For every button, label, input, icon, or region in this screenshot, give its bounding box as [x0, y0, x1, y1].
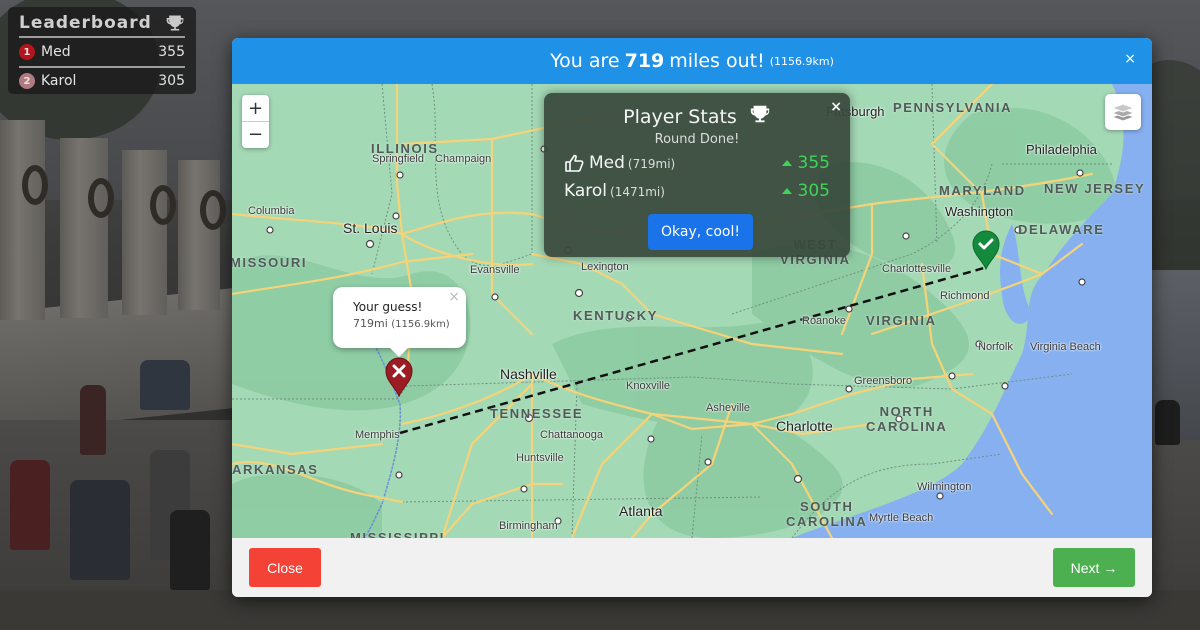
player-stats-name: Karol (1471mi)	[564, 181, 665, 201]
map-label: Philadelphia	[1026, 142, 1097, 157]
leaderboard-panel: Leaderboard 1 Med 355 2 Karol 305	[8, 7, 196, 94]
arrow-right-icon: →	[1103, 559, 1118, 576]
leaderboard-title: Leaderboard	[19, 13, 152, 33]
player-score: 305	[158, 73, 185, 89]
x-marker-icon[interactable]	[385, 357, 413, 397]
close-button[interactable]: Close	[249, 548, 321, 587]
thumbs-up-icon	[565, 154, 584, 172]
next-button[interactable]: Next →	[1053, 548, 1135, 587]
map-label: Evansville	[470, 264, 520, 276]
layers-icon	[1110, 103, 1136, 122]
map-layers-button[interactable]	[1105, 94, 1141, 130]
result-prefix: You are	[550, 50, 620, 72]
modal-close-icon[interactable]: ×	[1124, 51, 1136, 67]
map-label: SOUTH CAROLINA	[786, 499, 868, 529]
map-label: Washington	[945, 204, 1014, 219]
zoom-in-button[interactable]: +	[242, 95, 269, 121]
map-label: Lexington	[581, 261, 629, 273]
map-label: Myrtle Beach	[869, 512, 934, 524]
map-label: Roanoke	[802, 315, 847, 327]
player-stats-points: 305	[781, 181, 830, 201]
check-marker-icon[interactable]	[972, 230, 1000, 270]
map-label: PENNSYLVANIA	[893, 100, 1013, 115]
map-label: NORTH CAROLINA	[866, 404, 948, 434]
player-stats-row: Karol (1471mi) 305	[564, 179, 830, 203]
result-modal: You are 719 miles out! (1156.9km) × ILLI…	[232, 38, 1152, 597]
map-label: VIRGINIA	[866, 313, 937, 328]
map-label: Springfield	[372, 153, 424, 165]
guess-popup-distance: 719mi (1156.9km)	[353, 317, 450, 330]
player-stats-title: Player Stats	[544, 103, 850, 128]
map-label: Champaign	[435, 153, 492, 165]
map-label: ARKANSAS	[232, 462, 319, 477]
map-label: MISSOURI	[232, 255, 308, 270]
map-label: Huntsville	[516, 452, 564, 464]
map-label: Charlottesville	[882, 263, 952, 275]
map-label: Charlotte	[776, 418, 833, 434]
map-label: Birmingham	[499, 520, 558, 532]
map-zoom-control: + −	[242, 95, 269, 148]
modal-header: You are 719 miles out! (1156.9km) ×	[232, 38, 1152, 84]
trophy-icon	[166, 15, 184, 31]
player-stats-subtitle: Round Done!	[654, 132, 740, 147]
map-label: St. Louis	[343, 220, 398, 236]
rank-badge: 2	[19, 73, 35, 89]
map-label: Wilmington	[917, 481, 972, 493]
result-km: (1156.9km)	[769, 54, 834, 68]
result-distance: 719	[624, 50, 665, 72]
up-arrow-icon	[781, 188, 792, 194]
result-suffix: miles out!	[669, 50, 765, 72]
map-label: Knoxville	[626, 380, 671, 392]
trophy-icon	[750, 105, 770, 123]
map-label: MISSISSIPPI	[350, 530, 445, 538]
map-label: DELAWARE	[1018, 222, 1105, 237]
modal-footer: Close Next →	[232, 538, 1152, 597]
map-label: Virginia Beach	[1030, 341, 1101, 353]
map-label: KENTUCKY	[573, 308, 659, 323]
map-label: Atlanta	[619, 503, 663, 519]
map-label: NEW JERSEY	[1044, 181, 1146, 196]
zoom-out-button[interactable]: −	[242, 121, 269, 147]
player-stats-row: Med (719mi) 355	[564, 151, 830, 175]
map-label: Columbia	[248, 205, 295, 217]
leaderboard-row: 2 Karol 305	[19, 66, 185, 94]
player-name: Med	[41, 44, 71, 60]
map-label: Richmond	[940, 290, 990, 302]
okay-cool-button[interactable]: Okay, cool!	[648, 214, 753, 250]
map-label: Asheville	[706, 402, 751, 414]
map-label: Nashville	[500, 366, 557, 382]
player-stats-panel: × Player Stats Round Done! Med (719mi) 35…	[544, 93, 850, 257]
rank-badge: 1	[19, 44, 35, 60]
guess-popup: × Your guess! 719mi (1156.9km)	[333, 287, 466, 357]
map-label: Memphis	[355, 429, 400, 441]
leaderboard-row: 1 Med 355	[19, 38, 185, 66]
map-label: TENNESSEE	[490, 406, 584, 421]
guess-popup-close-icon[interactable]: ×	[448, 289, 460, 305]
map-label: MARYLAND	[939, 183, 1026, 198]
player-name: Karol	[41, 73, 77, 89]
map-label: Norfolk	[978, 341, 1013, 353]
up-arrow-icon	[781, 160, 792, 166]
map-label: Greensboro	[854, 375, 913, 387]
map-label: Chattanooga	[540, 429, 603, 441]
result-map[interactable]: ILLINOIS MISSOURI KENTUCKY TENNESSEE ARK…	[232, 84, 1152, 538]
player-score: 355	[158, 44, 185, 60]
player-stats-name: Med (719mi)	[589, 153, 676, 173]
player-stats-points: 355	[781, 153, 830, 173]
